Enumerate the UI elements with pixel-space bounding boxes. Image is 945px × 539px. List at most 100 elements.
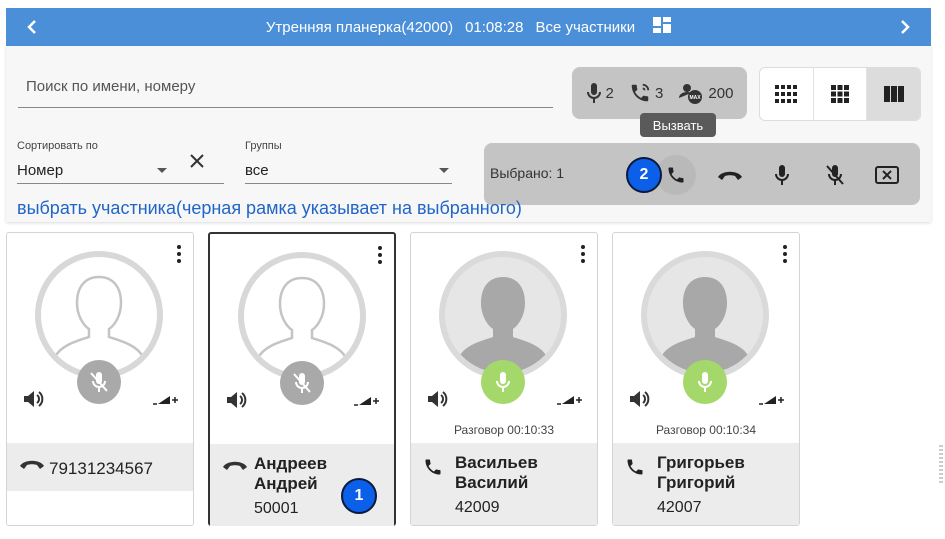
more-vert-icon[interactable] <box>783 245 787 268</box>
forward-button[interactable] <box>885 8 925 46</box>
mic-icon <box>698 372 712 392</box>
signal-level-icon[interactable] <box>555 393 583 411</box>
call-icon <box>668 167 684 183</box>
participant-surname: Григорьев <box>657 453 745 472</box>
more-vert-icon[interactable] <box>378 246 382 269</box>
mute-toggle-button[interactable] <box>280 361 324 405</box>
participant-info: Григорьев Григорий 42007 <box>613 443 799 525</box>
participant-firstname: Григорий <box>657 473 736 492</box>
person-filled-icon <box>459 277 547 373</box>
hangup-selected-button[interactable] <box>710 155 750 195</box>
call-tooltip: Вызвать <box>640 113 716 137</box>
conference-header: Утренняя планерка(42000) 01:08:28 Все уч… <box>6 8 931 46</box>
mic-icon <box>496 372 510 392</box>
groups-value-field[interactable]: все <box>245 158 452 184</box>
participant-card[interactable]: Разговор 00:10:33 Васильев Василий 42009 <box>410 232 598 526</box>
person-outline-icon <box>256 276 348 374</box>
mic-count: 2 <box>605 84 614 102</box>
selection-bar: Выбрано: 1 <box>484 143 920 205</box>
hangup-icon <box>718 171 742 180</box>
signal-level-icon[interactable] <box>352 394 380 412</box>
volume-icon[interactable] <box>23 389 45 414</box>
calls-count: 3 <box>654 84 664 102</box>
phone-icon <box>423 457 443 482</box>
mic-stat[interactable]: 2 <box>586 82 614 104</box>
volume-icon[interactable] <box>427 389 449 414</box>
mute-toggle-button[interactable] <box>77 360 121 404</box>
participant-name: Григорьев Григорий <box>657 453 745 493</box>
participant-info: 79131234567 <box>7 443 193 491</box>
groups-value: все <box>245 162 269 179</box>
mute-selected-button[interactable] <box>815 155 855 195</box>
participant-extension: 42009 <box>455 499 500 516</box>
header-title-group: Утренняя планерка(42000) 01:08:28 Все уч… <box>266 17 672 37</box>
dashboard-layout-icon[interactable] <box>653 17 672 37</box>
participant-info: Васильев Василий 42009 <box>411 443 597 525</box>
participant-firstname: Василий <box>455 473 529 492</box>
grid-small-icon <box>775 85 798 103</box>
max-participants-icon: MAX <box>679 84 703 104</box>
mic-off-icon <box>826 165 844 185</box>
max-label: MAX <box>690 95 702 101</box>
view-small-grid-button[interactable] <box>760 68 814 120</box>
grid-large-icon <box>883 86 904 102</box>
dropdown-arrow-icon <box>439 167 449 173</box>
grid-medium-icon <box>831 85 849 103</box>
participant-number: 79131234567 <box>49 459 154 478</box>
selected-count: Выбрано: 1 <box>490 165 565 181</box>
resize-handle[interactable] <box>939 445 943 485</box>
call-selected-button[interactable] <box>656 155 696 195</box>
mic-off-icon <box>293 373 311 393</box>
hangup-icon <box>19 457 45 475</box>
participant-surname: Васильев <box>455 453 538 472</box>
participant-card[interactable]: 79131234567 <box>6 232 194 526</box>
mic-icon <box>775 165 789 185</box>
call-status: Разговор 00:10:33 <box>453 423 555 437</box>
participant-surname: Андреев <box>254 454 328 473</box>
phone-in-talk-icon <box>631 83 650 102</box>
conference-stats: 2 3 MAX 200 <box>572 67 747 119</box>
close-icon <box>190 154 204 168</box>
remove-selected-button[interactable] <box>867 155 907 195</box>
conference-app: Утренняя планерка(42000) 01:08:28 Все уч… <box>0 0 945 539</box>
call-status: Разговор 00:10:34 <box>655 423 757 437</box>
mute-toggle-button[interactable] <box>683 360 727 404</box>
clear-sort-button[interactable] <box>186 150 208 172</box>
view-medium-grid-button[interactable] <box>814 68 868 120</box>
max-stat: MAX 200 <box>678 82 733 104</box>
more-vert-icon[interactable] <box>581 245 585 268</box>
mute-toggle-button[interactable] <box>481 360 525 404</box>
participant-filter[interactable]: Все участники <box>535 19 635 36</box>
step-badge-1: 1 <box>341 478 377 514</box>
signal-level-icon[interactable] <box>757 393 785 411</box>
signal-level-icon[interactable] <box>151 393 179 411</box>
max-count: 200 <box>708 84 734 102</box>
mic-icon <box>586 83 601 103</box>
participant-name: Андреев Андрей <box>254 454 327 494</box>
chevron-right-icon <box>901 20 910 34</box>
groups-label: Группы <box>245 140 282 152</box>
search-input[interactable] <box>18 66 553 108</box>
step-badge-2: 2 <box>626 157 662 193</box>
back-button[interactable] <box>12 8 52 46</box>
view-large-grid-button[interactable] <box>867 68 920 120</box>
groups-select[interactable]: Группы все <box>245 140 452 184</box>
mic-off-icon <box>90 372 108 392</box>
participant-extension: 50001 <box>254 500 299 517</box>
more-vert-icon[interactable] <box>177 245 181 268</box>
unmute-selected-button[interactable] <box>762 155 802 195</box>
chevron-left-icon <box>27 20 36 34</box>
person-filled-icon <box>661 277 749 373</box>
participant-card[interactable]: Разговор 00:10:34 Григорьев Григорий 420… <box>612 232 800 526</box>
participant-firstname: Андрей <box>254 474 318 493</box>
hangup-icon <box>222 458 248 476</box>
volume-icon[interactable] <box>226 390 248 415</box>
participant-name: Васильев Василий <box>455 453 538 493</box>
conference-duration: 01:08:28 <box>465 18 524 36</box>
hint-text: выбрать участника(черная рамка указывает… <box>17 198 522 218</box>
sort-value: Номер <box>17 162 64 179</box>
person-outline-icon <box>53 275 145 373</box>
calls-stat[interactable]: 3 <box>629 82 663 104</box>
dropdown-arrow-icon <box>157 167 167 173</box>
volume-icon[interactable] <box>629 389 651 414</box>
